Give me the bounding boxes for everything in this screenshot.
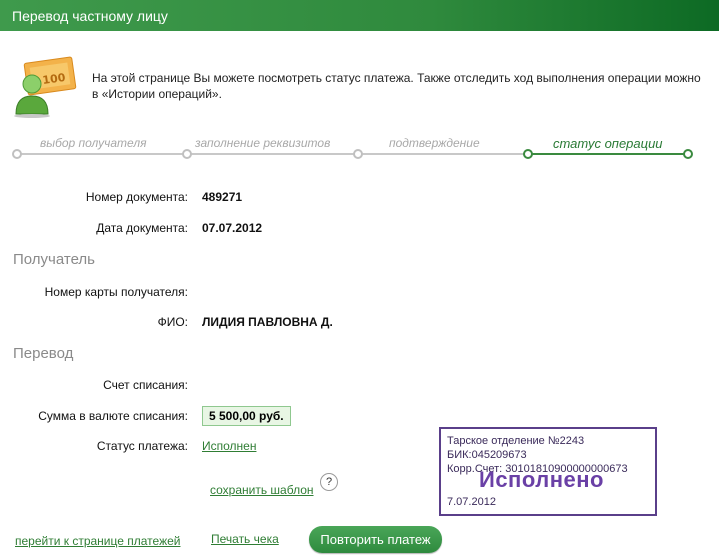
stamp-status: Исполнено: [479, 467, 604, 492]
document-number-row: Номер документа: 489271: [0, 190, 719, 208]
step-fill-details: заполнение реквизитов: [195, 136, 331, 150]
debit-account-row: Счет списания:: [0, 378, 719, 396]
progress-line-active: [527, 153, 687, 155]
amount-row: Сумма в валюте списания:: [0, 409, 719, 427]
back-to-payments-link[interactable]: перейти к странице платежей: [15, 534, 180, 548]
intro-text: На этой странице Вы можете посмотреть ст…: [92, 71, 701, 101]
debit-account-label: Счет списания:: [103, 378, 188, 392]
intro-block: 100 На этой странице Вы можете посмотрет…: [12, 54, 712, 118]
progress-steps: выбор получателя заполнение реквизитов п…: [12, 134, 698, 166]
recipient-section-title: Получатель: [13, 251, 95, 268]
payment-status-link[interactable]: Исполнен: [202, 439, 256, 453]
document-date-label: Дата документа:: [96, 221, 188, 235]
bank-stamp: Тарское отделение №2243 БИК:045209673 Ко…: [439, 427, 657, 516]
user-money-icon: 100: [14, 56, 77, 118]
document-number-label: Номер документа:: [85, 190, 188, 204]
step-dot-4: [523, 149, 533, 159]
amount-label: Сумма в валюте списания:: [38, 409, 188, 423]
step-dot-5: [683, 149, 693, 159]
stamp-branch: Тарское отделение №2243: [447, 435, 585, 447]
document-number-value: 489271: [202, 190, 243, 204]
recipient-name-label: ФИО:: [157, 315, 188, 329]
document-date-value: 07.07.2012: [202, 221, 263, 235]
page-header: Перевод частному лицу: [0, 0, 719, 31]
repeat-payment-button[interactable]: Повторить платеж: [309, 526, 442, 553]
step-dot-2: [182, 149, 192, 159]
stamp-bik: БИК:045209673: [447, 449, 527, 461]
payment-status-label: Статус платежа:: [96, 439, 188, 453]
print-receipt-link[interactable]: Печать чека: [211, 532, 279, 546]
document-date-row: Дата документа: 07.07.2012: [0, 221, 719, 239]
stamp-date: 7.07.2012: [447, 496, 496, 508]
step-dot-1: [12, 149, 22, 159]
recipient-name-value: ЛИДИЯ ПАВЛОВНА Д.: [202, 315, 333, 329]
help-icon[interactable]: ?: [320, 473, 338, 491]
recipient-name-row: ФИО: ЛИДИЯ ПАВЛОВНА Д.: [0, 315, 719, 333]
page-title: Перевод частному лицу: [12, 8, 168, 24]
amount-value: 5 500,00 руб.: [202, 406, 291, 426]
recipient-card-row: Номер карты получателя:: [0, 285, 719, 303]
progress-line: [17, 153, 527, 155]
step-confirmation: подтверждение: [389, 136, 480, 150]
step-dot-3: [353, 149, 363, 159]
transfer-section-title: Перевод: [13, 345, 74, 362]
step-operation-status: статус операции: [553, 136, 663, 151]
save-template-link[interactable]: сохранить шаблон: [210, 483, 314, 497]
recipient-card-label: Номер карты получателя:: [44, 285, 188, 299]
step-select-recipient: выбор получателя: [40, 136, 147, 150]
